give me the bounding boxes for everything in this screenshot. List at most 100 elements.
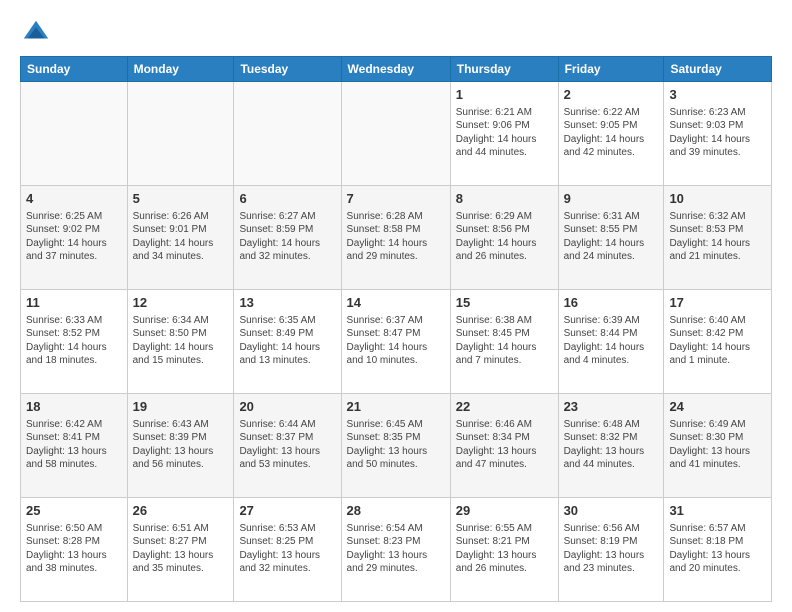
day-cell: 16 Sunrise: 6:39 AMSunset: 8:44 PMDayligh… [558,290,664,394]
calendar-header-row: SundayMondayTuesdayWednesdayThursdayFrid… [21,57,772,82]
day-cell: 17 Sunrise: 6:40 AMSunset: 8:42 PMDayligh… [664,290,772,394]
day-number: 15 [456,294,553,312]
day-cell [341,82,450,186]
day-cell: 14 Sunrise: 6:37 AMSunset: 8:47 PMDayligh… [341,290,450,394]
day-number: 9 [564,190,659,208]
day-cell: 28 Sunrise: 6:54 AMSunset: 8:23 PMDayligh… [341,498,450,602]
day-cell: 10Sunrise: 6:32 AMSunset: 8:53 PMDayligh… [664,186,772,290]
weekday-header-thursday: Thursday [450,57,558,82]
day-cell: 7 Sunrise: 6:28 AMSunset: 8:58 PMDaylight… [341,186,450,290]
day-info: Sunrise: 6:38 AMSunset: 8:45 PMDaylight:… [456,315,537,367]
day-info: Sunrise: 6:54 AMSunset: 8:23 PMDaylight:… [347,523,428,575]
day-number: 25 [26,502,122,520]
day-number: 3 [669,86,766,104]
day-number: 23 [564,398,659,416]
day-number: 5 [133,190,229,208]
day-cell: 6 Sunrise: 6:27 AMSunset: 8:59 PMDaylight… [234,186,341,290]
day-info: Sunrise: 6:31 AMSunset: 8:55 PMDaylight:… [564,211,645,263]
day-number: 4 [26,190,122,208]
day-cell [21,82,128,186]
day-cell: 21 Sunrise: 6:45 AMSunset: 8:35 PMDayligh… [341,394,450,498]
day-info: Sunrise: 6:55 AMSunset: 8:21 PMDaylight:… [456,523,537,575]
day-info: Sunrise: 6:23 AMSunset: 9:03 PMDaylight:… [669,107,750,159]
day-info: Sunrise: 6:57 AMSunset: 8:18 PMDaylight:… [669,523,750,575]
logo [20,18,52,46]
day-number: 10 [669,190,766,208]
day-cell: 1 Sunrise: 6:21 AMSunset: 9:06 PMDaylight… [450,82,558,186]
day-number: 28 [347,502,445,520]
day-number: 2 [564,86,659,104]
day-cell: 29Sunrise: 6:55 AMSunset: 8:21 PMDayligh… [450,498,558,602]
day-cell [234,82,341,186]
day-info: Sunrise: 6:40 AMSunset: 8:42 PMDaylight:… [669,315,750,367]
day-info: Sunrise: 6:56 AMSunset: 8:19 PMDaylight:… [564,523,645,575]
day-info: Sunrise: 6:43 AMSunset: 8:39 PMDaylight:… [133,419,214,471]
day-cell: 2 Sunrise: 6:22 AMSunset: 9:05 PMDaylight… [558,82,664,186]
logo-icon [22,18,50,46]
day-number: 6 [239,190,335,208]
day-info: Sunrise: 6:53 AMSunset: 8:25 PMDaylight:… [239,523,320,575]
weekday-header-wednesday: Wednesday [341,57,450,82]
day-info: Sunrise: 6:29 AMSunset: 8:56 PMDaylight:… [456,211,537,263]
day-cell: 31 Sunrise: 6:57 AMSunset: 8:18 PMDayligh… [664,498,772,602]
day-number: 31 [669,502,766,520]
day-number: 7 [347,190,445,208]
day-cell: 9 Sunrise: 6:31 AMSunset: 8:55 PMDaylight… [558,186,664,290]
week-row-4: 18 Sunrise: 6:42 AMSunset: 8:41 PMDayligh… [21,394,772,498]
day-number: 18 [26,398,122,416]
day-info: Sunrise: 6:42 AMSunset: 8:41 PMDaylight:… [26,419,107,471]
weekday-header-monday: Monday [127,57,234,82]
day-cell: 18 Sunrise: 6:42 AMSunset: 8:41 PMDayligh… [21,394,128,498]
weekday-header-saturday: Saturday [664,57,772,82]
weekday-header-tuesday: Tuesday [234,57,341,82]
day-cell: 3 Sunrise: 6:23 AMSunset: 9:03 PMDaylight… [664,82,772,186]
day-info: Sunrise: 6:28 AMSunset: 8:58 PMDaylight:… [347,211,428,263]
day-cell: 13Sunrise: 6:35 AMSunset: 8:49 PMDayligh… [234,290,341,394]
weekday-header-friday: Friday [558,57,664,82]
day-cell: 19Sunrise: 6:43 AMSunset: 8:39 PMDayligh… [127,394,234,498]
day-info: Sunrise: 6:48 AMSunset: 8:32 PMDaylight:… [564,419,645,471]
day-info: Sunrise: 6:39 AMSunset: 8:44 PMDaylight:… [564,315,645,367]
day-cell: 30 Sunrise: 6:56 AMSunset: 8:19 PMDayligh… [558,498,664,602]
header [20,18,772,46]
day-info: Sunrise: 6:22 AMSunset: 9:05 PMDaylight:… [564,107,645,159]
day-number: 22 [456,398,553,416]
week-row-3: 11Sunrise: 6:33 AMSunset: 8:52 PMDayligh… [21,290,772,394]
day-number: 1 [456,86,553,104]
day-cell: 8 Sunrise: 6:29 AMSunset: 8:56 PMDaylight… [450,186,558,290]
day-cell: 12Sunrise: 6:34 AMSunset: 8:50 PMDayligh… [127,290,234,394]
day-number: 8 [456,190,553,208]
day-number: 14 [347,294,445,312]
day-info: Sunrise: 6:51 AMSunset: 8:27 PMDaylight:… [133,523,214,575]
day-info: Sunrise: 6:45 AMSunset: 8:35 PMDaylight:… [347,419,428,471]
week-row-2: 4 Sunrise: 6:25 AMSunset: 9:02 PMDaylight… [21,186,772,290]
day-cell: 20Sunrise: 6:44 AMSunset: 8:37 PMDayligh… [234,394,341,498]
day-number: 12 [133,294,229,312]
day-number: 17 [669,294,766,312]
day-info: Sunrise: 6:21 AMSunset: 9:06 PMDaylight:… [456,107,537,159]
day-number: 26 [133,502,229,520]
day-cell: 11Sunrise: 6:33 AMSunset: 8:52 PMDayligh… [21,290,128,394]
day-cell: 26 Sunrise: 6:51 AMSunset: 8:27 PMDayligh… [127,498,234,602]
day-info: Sunrise: 6:46 AMSunset: 8:34 PMDaylight:… [456,419,537,471]
day-number: 20 [239,398,335,416]
day-number: 16 [564,294,659,312]
day-info: Sunrise: 6:35 AMSunset: 8:49 PMDaylight:… [239,315,320,367]
day-info: Sunrise: 6:25 AMSunset: 9:02 PMDaylight:… [26,211,107,263]
day-cell: 25 Sunrise: 6:50 AMSunset: 8:28 PMDayligh… [21,498,128,602]
day-cell: 5Sunrise: 6:26 AMSunset: 9:01 PMDaylight… [127,186,234,290]
day-info: Sunrise: 6:37 AMSunset: 8:47 PMDaylight:… [347,315,428,367]
day-info: Sunrise: 6:27 AMSunset: 8:59 PMDaylight:… [239,211,320,263]
week-row-1: 1 Sunrise: 6:21 AMSunset: 9:06 PMDaylight… [21,82,772,186]
day-info: Sunrise: 6:50 AMSunset: 8:28 PMDaylight:… [26,523,107,575]
day-number: 24 [669,398,766,416]
day-info: Sunrise: 6:49 AMSunset: 8:30 PMDaylight:… [669,419,750,471]
day-cell [127,82,234,186]
day-number: 30 [564,502,659,520]
day-number: 21 [347,398,445,416]
day-cell: 15 Sunrise: 6:38 AMSunset: 8:45 PMDayligh… [450,290,558,394]
page: SundayMondayTuesdayWednesdayThursdayFrid… [0,0,792,612]
day-cell: 27Sunrise: 6:53 AMSunset: 8:25 PMDayligh… [234,498,341,602]
day-cell: 24 Sunrise: 6:49 AMSunset: 8:30 PMDayligh… [664,394,772,498]
day-number: 11 [26,294,122,312]
